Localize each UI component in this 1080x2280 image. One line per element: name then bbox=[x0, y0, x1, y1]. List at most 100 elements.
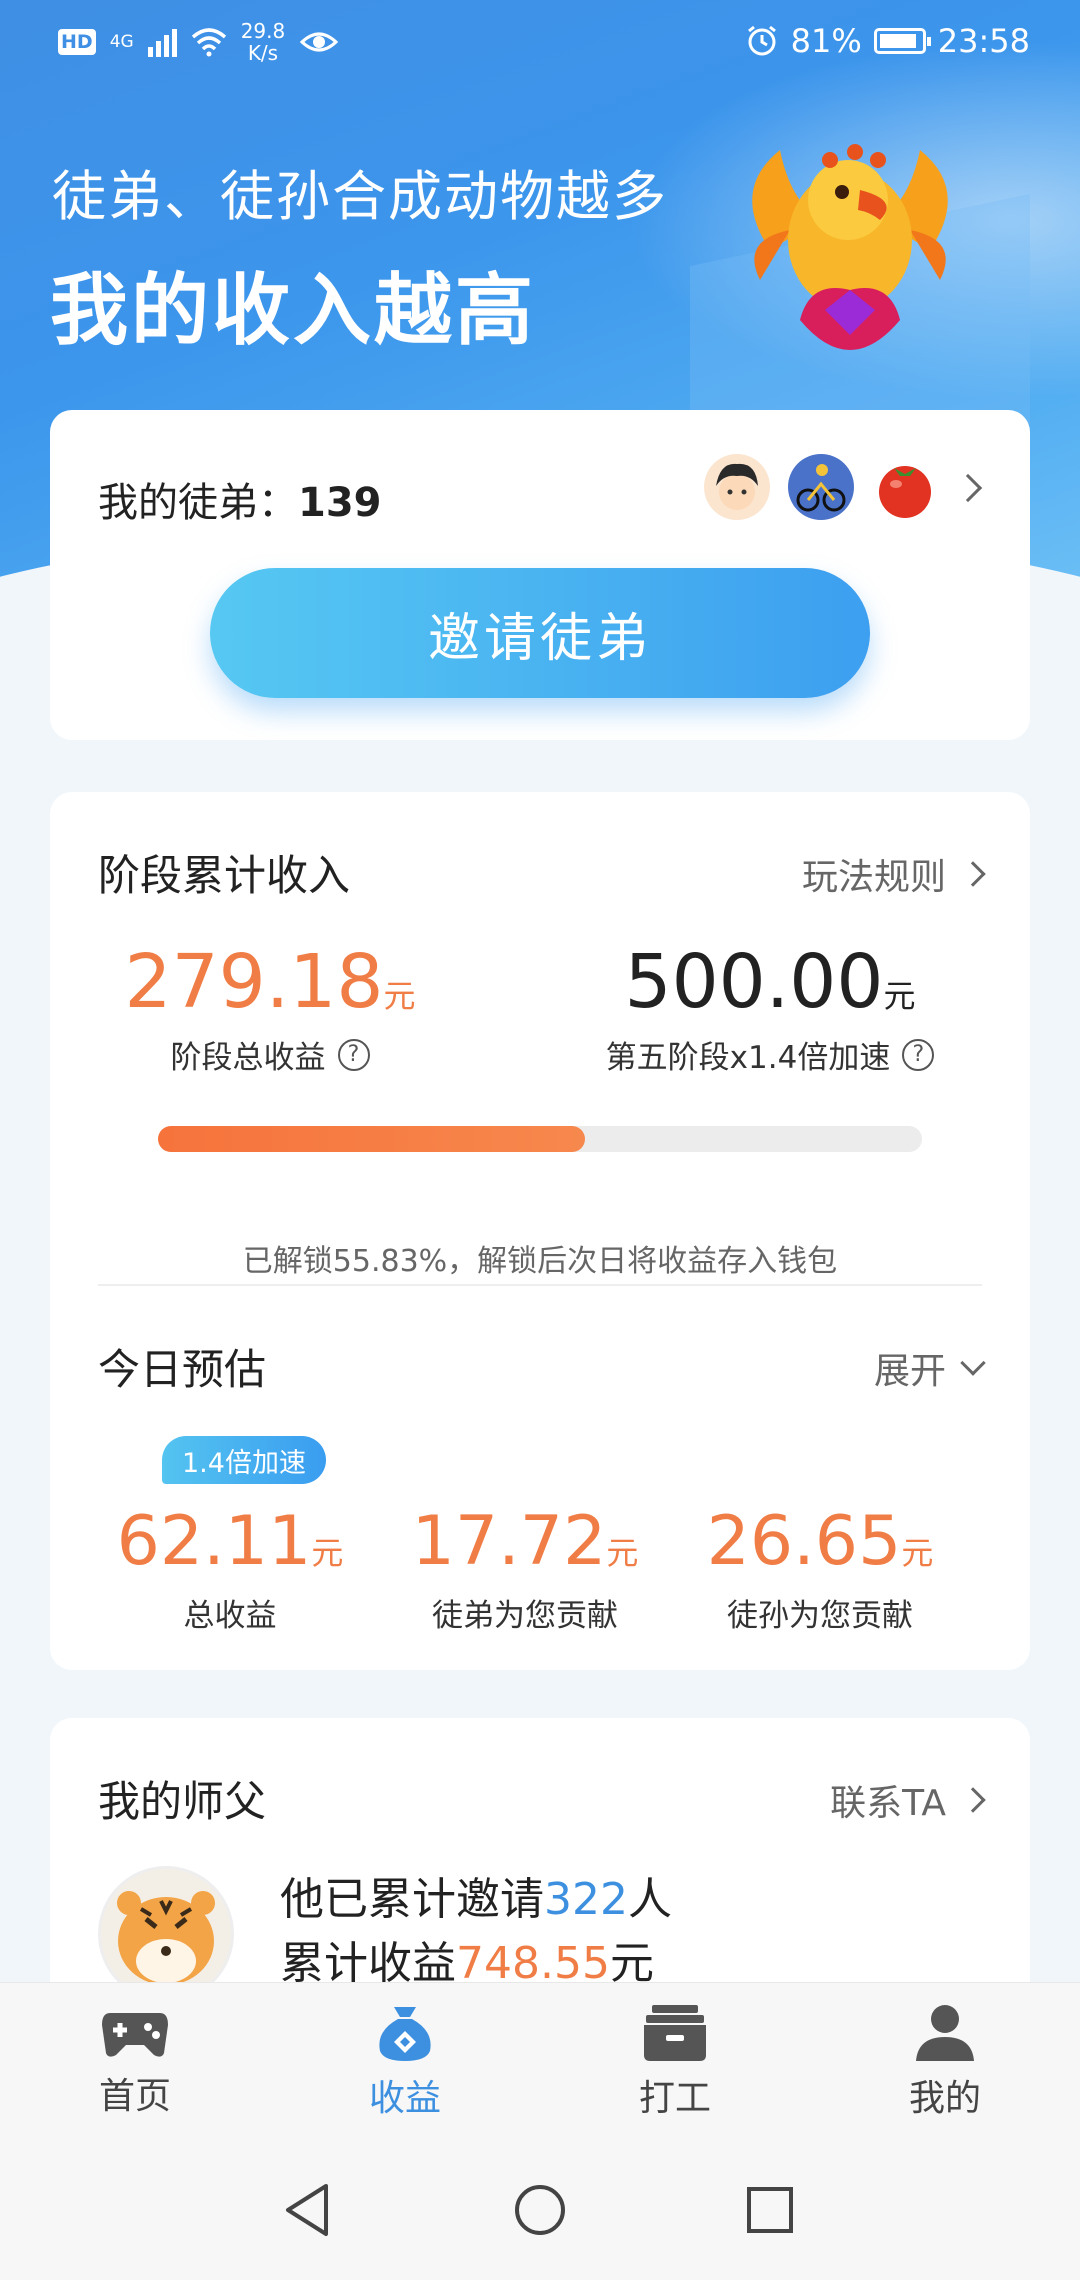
disciples-card: 我的徒弟：139 邀请徒弟 bbox=[50, 410, 1030, 740]
tab-work[interactable]: 打工 bbox=[540, 1983, 810, 2141]
eye-icon bbox=[300, 32, 339, 52]
money-bag-icon bbox=[379, 2007, 431, 2061]
tab-label: 收益 bbox=[368, 2078, 441, 2119]
disciple-avatar[interactable] bbox=[872, 454, 938, 520]
stage-total-label: 阶段总收益 bbox=[170, 1040, 326, 1076]
contact-mentor-link[interactable]: 联系TA bbox=[830, 1774, 986, 1826]
battery-icon bbox=[873, 28, 931, 54]
wifi-icon bbox=[191, 28, 226, 57]
invited-prefix: 他已累计邀请 bbox=[280, 1874, 544, 1925]
status-right: 81% 23:58 bbox=[745, 22, 1030, 60]
tab-earnings[interactable]: 收益 bbox=[270, 1983, 540, 2141]
stat-label: 总收益 bbox=[183, 1598, 277, 1634]
stage-progress-bar bbox=[158, 1126, 922, 1152]
stage-total-unit: 元 bbox=[383, 977, 416, 1015]
tiger-avatar-icon bbox=[117, 1891, 215, 1985]
rules-link[interactable]: 玩法规则 bbox=[801, 848, 986, 900]
disciples-label: 我的徒弟： bbox=[98, 480, 298, 526]
mentor-title: 我的师父 bbox=[98, 1777, 267, 1826]
invite-disciple-button[interactable]: 邀请徒弟 bbox=[210, 568, 870, 698]
alarm-icon bbox=[747, 25, 776, 56]
chevron-right-icon bbox=[960, 1787, 986, 1813]
status-left: HD 4G 29.8 K/s bbox=[58, 20, 339, 64]
disciple-avatar[interactable] bbox=[788, 454, 854, 520]
stage-progress-fill bbox=[158, 1126, 585, 1152]
clock: 23:58 bbox=[937, 22, 1030, 60]
stat-amount: 62.11元 bbox=[80, 1502, 380, 1582]
tomato-avatar-icon bbox=[879, 466, 931, 518]
help-icon[interactable]: ? bbox=[902, 1038, 935, 1071]
bottom-tab-bar: 首页 收益 打工 我的 bbox=[0, 1982, 1080, 2140]
battery-percent: 81% bbox=[790, 22, 862, 60]
stage-target-caption: 第五阶段x1.4倍加速 ? bbox=[550, 1032, 990, 1077]
tab-label: 打工 bbox=[638, 2078, 711, 2119]
help-icon[interactable]: ? bbox=[337, 1038, 370, 1071]
invited-suffix: 人 bbox=[627, 1874, 672, 1925]
today-title: 今日预估 bbox=[98, 1345, 267, 1394]
rules-link-label: 玩法规则 bbox=[801, 857, 946, 898]
stage-total-caption: 阶段总收益 ? bbox=[120, 1032, 420, 1077]
stage-target-unit: 元 bbox=[883, 977, 916, 1015]
mentor-invited-line: 他已累计邀请322人 bbox=[280, 1868, 672, 1932]
stat-value: 17.72 bbox=[411, 1502, 607, 1581]
signal-icon bbox=[147, 27, 177, 57]
user-icon bbox=[916, 2005, 974, 2061]
anime-avatar-icon bbox=[716, 463, 758, 510]
chevron-right-icon bbox=[960, 861, 986, 887]
tab-label: 我的 bbox=[908, 2078, 981, 2119]
hd-badge: HD bbox=[58, 29, 96, 55]
stat-value: 26.65 bbox=[706, 1502, 902, 1581]
stat-unit: 元 bbox=[606, 1534, 639, 1572]
mentor-stats: 他已累计邀请322人 累计收益748.55元 bbox=[280, 1868, 672, 1996]
divider bbox=[98, 1284, 982, 1286]
tab-label: 首页 bbox=[98, 2076, 171, 2117]
cyclist-avatar-icon bbox=[796, 464, 846, 512]
tab-profile[interactable]: 我的 bbox=[810, 1983, 1080, 2141]
stage-title: 阶段累计收入 bbox=[98, 851, 351, 900]
contact-mentor-label: 联系TA bbox=[830, 1783, 946, 1824]
stage-total-amount: 279.18元 bbox=[120, 942, 420, 1022]
hero-subtitle: 徒弟、徒孙合成动物越多 bbox=[52, 165, 668, 228]
tab-home[interactable]: 首页 bbox=[0, 1983, 270, 2141]
today-stat-disciples: 17.72元 徒弟为您贡献 bbox=[375, 1502, 675, 1635]
today-stat-total: 62.11元 总收益 bbox=[80, 1502, 380, 1635]
stage-total: 279.18元 阶段总收益 ? bbox=[120, 942, 420, 1077]
stat-unit: 元 bbox=[901, 1534, 934, 1572]
home-icon[interactable] bbox=[514, 2184, 566, 2236]
invited-count: 322 bbox=[544, 1874, 628, 1925]
boost-badge: 1.4倍加速 bbox=[162, 1436, 326, 1484]
stage-total-value: 279.18 bbox=[124, 939, 384, 1025]
gamepad-icon bbox=[102, 2013, 168, 2057]
recents-icon[interactable] bbox=[746, 2186, 794, 2234]
chevron-down-icon bbox=[960, 1350, 986, 1376]
expand-link[interactable]: 展开 bbox=[873, 1342, 986, 1394]
network-speed: 29.8 K/s bbox=[241, 20, 286, 64]
speed-value: 29.8 bbox=[240, 19, 286, 43]
disciples-count: 139 bbox=[298, 480, 382, 526]
stat-unit: 元 bbox=[311, 1534, 344, 1572]
disciple-avatar[interactable] bbox=[704, 454, 770, 520]
stage-target-label: 第五阶段x1.4倍加速 bbox=[605, 1040, 891, 1076]
speed-unit: K/s bbox=[247, 41, 279, 65]
back-icon[interactable] bbox=[282, 2182, 334, 2238]
disciples-summary[interactable]: 我的徒弟：139 bbox=[98, 470, 382, 528]
briefcase-icon bbox=[644, 2005, 706, 2061]
stage-target-value: 500.00 bbox=[624, 939, 884, 1025]
expand-link-label: 展开 bbox=[873, 1351, 946, 1392]
network-type: 4G bbox=[109, 32, 134, 52]
today-stat-grand-disciples: 26.65元 徒孙为您贡献 bbox=[670, 1502, 970, 1635]
unlock-note: 已解锁55.83%，解锁后次日将收益存入钱包 bbox=[242, 1244, 838, 1279]
stat-amount: 17.72元 bbox=[375, 1502, 675, 1582]
chevron-right-icon[interactable] bbox=[953, 473, 983, 503]
stat-label: 徒孙为您贡献 bbox=[727, 1598, 913, 1634]
stat-label: 徒弟为您贡献 bbox=[432, 1598, 618, 1634]
hero-title: 我的收入越高 bbox=[50, 266, 537, 356]
stage-income-card: 阶段累计收入 玩法规则 279.18元 阶段总收益 ? 500.00元 第五阶段… bbox=[50, 792, 1030, 1670]
stage-target: 500.00元 第五阶段x1.4倍加速 ? bbox=[550, 942, 990, 1077]
phoenix-mascot-icon bbox=[752, 144, 948, 350]
system-navigation-bar bbox=[0, 2140, 1080, 2280]
status-bar: HD 4G 29.8 K/s 81% 23:58 bbox=[0, 0, 1080, 90]
stage-target-amount: 500.00元 bbox=[550, 942, 990, 1022]
stat-value: 62.11 bbox=[116, 1502, 312, 1581]
stat-amount: 26.65元 bbox=[670, 1502, 970, 1582]
